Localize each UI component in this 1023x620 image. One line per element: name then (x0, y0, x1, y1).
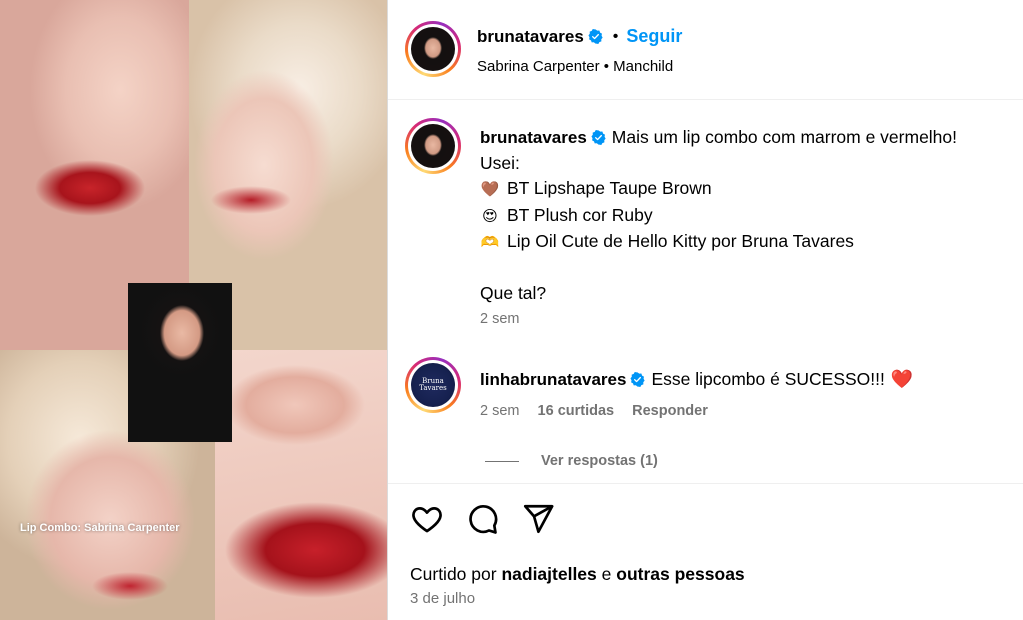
view-replies-line (485, 460, 519, 462)
header-author-row: brunatavares • Seguir (477, 26, 682, 47)
comment-likes-count[interactable]: 16 curtidas (538, 403, 615, 419)
caption-item: 🫶 Lip Oil Cute de Hello Kitty por Bruna T… (480, 229, 1020, 256)
brown-heart-emoji: 🤎 (480, 181, 500, 198)
verified-badge-icon (630, 372, 646, 387)
media-tile-lips (215, 350, 387, 620)
comment-body: Esse lipcombo é SUCESSO!!! (651, 369, 885, 389)
caption-closing: Que tal? (480, 283, 547, 303)
header-separator: • (612, 27, 619, 45)
caption-timestamp[interactable]: 2 sem (480, 311, 520, 327)
comment-timestamp[interactable]: 2 sem (480, 403, 520, 419)
comment-text: linhabrunatavares Esse lipcombo é SUCESS… (480, 367, 913, 392)
media-overlay-creator-photo (128, 283, 232, 442)
caption-item-text: Lip Oil Cute de Hello Kitty por Bruna Ta… (507, 231, 854, 251)
author-avatar[interactable] (411, 27, 455, 71)
media-caption: Lip Combo: Sabrina Carpenter (20, 522, 180, 534)
post-actions: Curtido por nadiajtelles e outras pessoa… (388, 483, 1023, 620)
audio-link[interactable]: Sabrina Carpenter • Manchild (477, 58, 673, 75)
caption-item: 😍 BT Plush cor Ruby (480, 203, 1020, 230)
follow-button[interactable]: Seguir (626, 26, 682, 47)
commenter-avatar[interactable]: Bruna Tavares (411, 363, 455, 407)
caption-line-usei: Usei: (480, 152, 520, 173)
caption-item: 🤎 BT Lipshape Taupe Brown (480, 176, 1020, 203)
caption-text: brunatavares Mais um lip combo com marro… (480, 125, 1020, 307)
post-side-panel: brunatavares • Seguir Sabrina Carpenter … (387, 0, 1023, 620)
post-header: brunatavares • Seguir Sabrina Carpenter … (388, 0, 1023, 100)
caption-first-line-text: Mais um lip combo com marrom e vermelho! (611, 127, 958, 147)
like-heart-icon[interactable] (410, 502, 444, 536)
verified-badge-icon (591, 130, 606, 145)
caption-item-text: BT Lipshape Taupe Brown (507, 178, 712, 198)
caption-username[interactable]: brunatavares (480, 128, 587, 147)
view-replies-label: Ver respostas (1) (541, 453, 658, 469)
liked-by-user[interactable]: nadiajtelles (501, 564, 596, 584)
heart-eyes-emoji: 😍 (482, 207, 498, 225)
post-date[interactable]: 3 de julho (410, 590, 475, 607)
liked-by-prefix: Curtido por (410, 564, 497, 584)
liked-by-others[interactable]: outras pessoas (616, 564, 744, 584)
caption-first-line: brunatavares Mais um lip combo com marro… (480, 125, 1020, 151)
commenter-avatar-ring[interactable]: Bruna Tavares (405, 357, 461, 413)
share-icon[interactable] (521, 502, 555, 536)
liked-by-connector: e (601, 564, 612, 584)
author-avatar-ring[interactable] (405, 21, 461, 77)
reply-button[interactable]: Responder (632, 403, 708, 419)
heart-hands-emoji: 🫶 (480, 234, 500, 251)
comment-icon[interactable] (465, 502, 499, 536)
view-replies-button[interactable]: Ver respostas (1) (485, 453, 658, 469)
verified-badge-icon (588, 29, 603, 44)
caption-avatar-ring[interactable] (405, 118, 461, 174)
red-heart-emoji: ❤️ (890, 369, 914, 389)
commenter-username[interactable]: linhabrunatavares (480, 370, 626, 389)
caption-item-text: BT Plush cor Ruby (507, 204, 653, 225)
comment-meta: 2 sem 16 curtidas Responder (480, 403, 722, 419)
post-media[interactable]: Lip Combo: Sabrina Carpenter (0, 0, 387, 620)
caption-avatar[interactable] (411, 124, 455, 168)
liked-by-text: Curtido por nadiajtelles e outras pessoa… (410, 564, 745, 585)
author-username[interactable]: brunatavares (477, 27, 584, 47)
